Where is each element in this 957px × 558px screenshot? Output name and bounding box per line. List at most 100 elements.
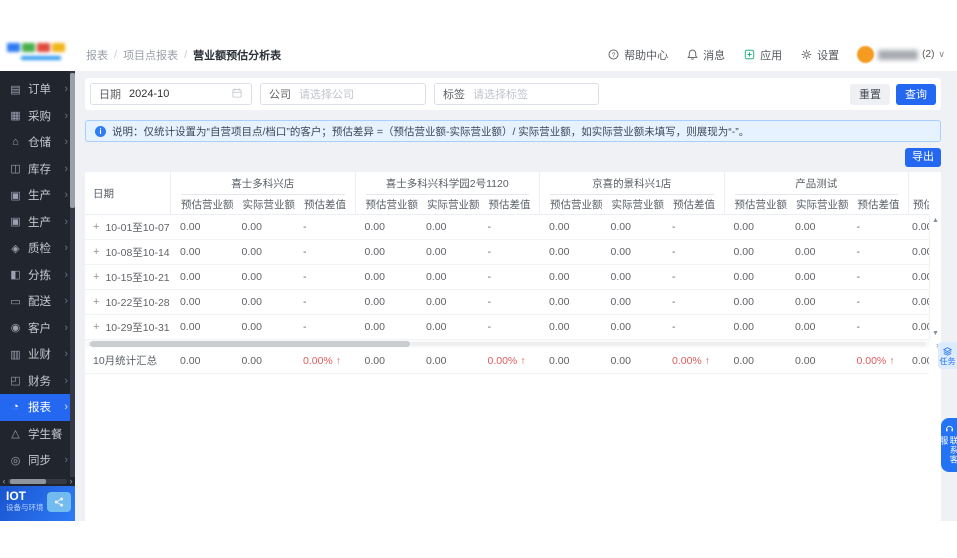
scroll-down-icon[interactable]: ▼ <box>932 330 939 338</box>
cell: - <box>856 271 861 283</box>
bell-icon <box>687 49 698 60</box>
chevron-right-icon: › <box>64 109 68 122</box>
table-vertical-scrollbar[interactable]: ▲ ▼ <box>929 215 941 340</box>
cell: 0.00 <box>610 246 631 258</box>
cell: - <box>303 221 307 233</box>
avatar <box>857 46 875 63</box>
chevron-right-icon: › <box>64 348 68 361</box>
cell: - <box>672 321 676 333</box>
cell: 0.00 <box>241 271 262 283</box>
table-row: +10-08至10-14 0.00 0.00 - 0.00 0.00 - 0.00 0.00 - 0… <box>85 240 929 265</box>
table-horizontal-scrollbar[interactable] <box>85 340 929 348</box>
sidebar-item-production-2[interactable]: ▣ 生产 › <box>0 209 75 236</box>
sidebar-item-quality[interactable]: ◈ 质检 › <box>0 235 75 262</box>
messages-button[interactable]: 消息 <box>686 47 725 63</box>
settings-button[interactable]: 设置 <box>800 47 839 63</box>
export-button[interactable]: 导出 <box>905 148 941 167</box>
user-menu[interactable]: (2) ∨ <box>857 46 945 63</box>
row-date: 10-15至10-21 <box>105 271 170 284</box>
date-picker[interactable]: 日期 2024-10 <box>90 83 252 105</box>
chevron-right-icon: › <box>64 454 68 467</box>
cell: 0.00 <box>549 271 570 283</box>
cell: 0.00 <box>610 221 631 233</box>
summary-row: 10月统计汇总 0.00 0.00 0.00% ↑ 0.00 0.00 0.00% ↑ 0.… <box>85 348 929 374</box>
expand-icon[interactable]: + <box>93 296 99 308</box>
cell: 0.00 <box>733 271 754 283</box>
summary-diff-cell: 0.00% ↑ <box>856 354 895 367</box>
sidebar-item-production[interactable]: ▣ 生产 › <box>0 182 75 209</box>
expand-icon[interactable]: + <box>93 246 99 258</box>
sidebar-item-customers[interactable]: ◉ 客户 › <box>0 315 75 342</box>
tasks-widget[interactable]: 任务 <box>938 342 957 369</box>
group-title: 产品测试 <box>725 172 909 196</box>
sidebar-item-sorting[interactable]: ◧ 分拣 › <box>0 262 75 289</box>
cell: 0.00 <box>549 221 570 233</box>
company-select[interactable]: 公司 请选择公司 <box>260 83 426 105</box>
group-subheaders: 预估营业额 实际营业额 预估差值 <box>540 195 724 214</box>
sidebar-item-purchase[interactable]: ▦ 采购 › <box>0 103 75 130</box>
sidebar-item-student-meals[interactable]: △ 学生餐 <box>0 421 75 448</box>
company-placeholder: 请选择公司 <box>299 89 354 101</box>
summary-diff-cell: 0.00% ↑ <box>672 354 710 367</box>
chevron-right-icon: › <box>64 162 68 175</box>
cell: 0.00 <box>426 321 447 333</box>
cell: - <box>856 321 861 333</box>
cell: 0.00 <box>180 271 201 283</box>
purchase-icon: ▦ <box>10 110 21 123</box>
group-title: 喜士多科兴店 <box>171 172 355 196</box>
cell: 0.00 <box>180 321 201 333</box>
cell: 0.00 <box>610 321 631 333</box>
row-date: 10-29至10-31 <box>105 321 170 334</box>
breadcrumb-item[interactable]: 报表 <box>86 47 108 63</box>
production-icon: ▣ <box>10 189 21 202</box>
reset-button[interactable]: 重置 <box>850 83 890 105</box>
column-header: 实际营业额 <box>242 199 296 212</box>
cell: 0.00 <box>795 271 816 283</box>
sidebar-item-label: 仓储 <box>28 137 51 150</box>
sidebar-item-warehouse[interactable]: ⌂ 仓储 › <box>0 129 75 156</box>
sidebar-item-label: 配送 <box>28 296 51 309</box>
sidebar-item-inventory[interactable]: ◫ 库存 › <box>0 156 75 183</box>
contact-service-widget[interactable]: 联系客服 <box>939 418 957 472</box>
group-subheaders: 预估营业额 <box>909 195 929 214</box>
sidebar-item-sync[interactable]: ◎ 同步 › <box>0 447 75 474</box>
sidebar-menu: ▤ 订单 › ▦ 采购 › ⌂ 仓储 › ◫ 库存 › ▣ 生产 › ▣ 生产 › ◈ 质检 › ◧ 分拣 › ▭ 配送 › ◉ 客户 ›… <box>0 76 75 474</box>
help-center-button[interactable]: ? 帮助中心 <box>607 47 668 63</box>
group-subheaders: 预估营业额 实际营业额 预估差值 <box>171 195 355 214</box>
sidebar-item-label: 客户 <box>28 322 51 335</box>
sidebar-horizontal-scrollbar[interactable]: ‹ › <box>0 477 75 486</box>
summary-cell: 0.00 <box>795 354 816 367</box>
share-cloud-icon <box>47 492 71 512</box>
sidebar-item-business-finance[interactable]: ▥ 业财 › <box>0 341 75 368</box>
scroll-right-icon[interactable]: › <box>67 477 75 486</box>
scroll-left-icon[interactable]: ‹ <box>0 477 8 486</box>
calendar-icon <box>231 87 243 102</box>
breadcrumb-item[interactable]: 项目点报表 <box>123 47 178 63</box>
query-button[interactable]: 查询 <box>896 83 936 105</box>
apps-button[interactable]: 应用 <box>743 47 782 63</box>
sidebar-item-finance[interactable]: ◰ 财务 › <box>0 368 75 395</box>
filter-bar: 日期 2024-10 公司 请选择公司 标签 请选择标签 重置 查询 <box>85 78 941 110</box>
table-row: +10-22至10-28 0.00 0.00 - 0.00 0.00 - 0.00 0.00 - 0… <box>85 290 929 315</box>
hscroll-thumb[interactable] <box>90 341 410 347</box>
expand-icon[interactable]: + <box>93 271 99 283</box>
cell: 0.00 <box>364 321 385 333</box>
summary-cell: 0.00 <box>733 354 754 367</box>
sidebar-item-orders[interactable]: ▤ 订单 › <box>0 76 75 103</box>
expand-icon[interactable]: + <box>93 321 99 333</box>
chevron-down-icon: ∨ <box>938 49 945 59</box>
cell: 0.00 <box>733 246 754 258</box>
expand-icon[interactable]: + <box>93 221 99 233</box>
tag-select[interactable]: 标签 请选择标签 <box>434 83 599 105</box>
sidebar-iot-module[interactable]: IOT 设备与环境 <box>0 486 75 521</box>
breadcrumb: 报表 / 项目点报表 / 营业额预估分析表 <box>86 38 281 71</box>
help-icon: ? <box>608 49 619 60</box>
scroll-up-icon[interactable]: ▲ <box>932 217 939 225</box>
sidebar-item-reports[interactable]: ◔ 报表 › <box>0 394 75 421</box>
tag-placeholder: 请选择标签 <box>473 89 528 101</box>
row-date-cell: +10-29至10-31 <box>85 320 170 335</box>
row-date-cell: +10-15至10-21 <box>85 270 170 285</box>
sidebar: ▤ 订单 › ▦ 采购 › ⌂ 仓储 › ◫ 库存 › ▣ 生产 › ▣ 生产 › ◈ 质检 › ◧ 分拣 › ▭ 配送 › ◉ 客户 ›… <box>0 71 75 477</box>
sidebar-item-delivery[interactable]: ▭ 配送 › <box>0 288 75 315</box>
info-icon: i <box>95 125 106 137</box>
